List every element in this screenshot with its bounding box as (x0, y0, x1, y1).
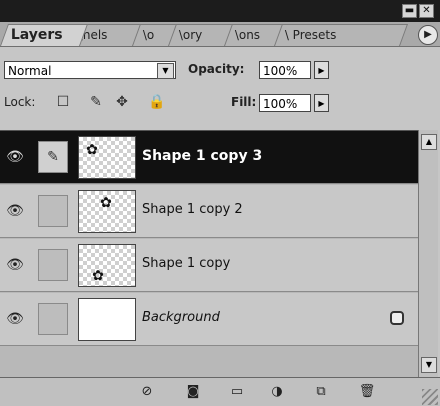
layer-row-shape-1-copy-3[interactable]: 👁 ✎ ✿ Shape 1 copy 3 (0, 131, 418, 184)
new-group-icon[interactable]: ▭ (228, 384, 246, 400)
shape-gear-icon: ✿ (92, 268, 104, 284)
link-brush-cell[interactable] (38, 195, 68, 227)
layer-mask-icon[interactable]: ◙ (184, 384, 202, 400)
shape-gear-icon: ✿ (100, 195, 112, 211)
layer-row-shape-1-copy-2[interactable]: 👁 ✿ Shape 1 copy 2 (0, 185, 418, 238)
layer-list: 👁 ✎ ✿ Shape 1 copy 3 👁 ✿ Shape 1 copy 2 … (0, 130, 418, 378)
opacity-label: Opacity: (188, 62, 245, 76)
layer-thumbnail: ✿ (78, 244, 136, 287)
opacity-input[interactable]: 100% (259, 61, 311, 79)
fill-label: Fill: (231, 95, 257, 109)
visibility-eye-icon[interactable]: 👁 (6, 148, 24, 166)
layer-row-shape-1-copy[interactable]: 👁 ✿ Shape 1 copy (0, 239, 418, 292)
layer-name[interactable]: Background (142, 310, 220, 325)
tab-tool-presets[interactable]: \ Presets (273, 24, 409, 46)
fill-input[interactable]: 100% (259, 94, 311, 112)
layer-style-icon[interactable]: ⊘ (138, 384, 156, 400)
panel-menu-button[interactable]: ▶ (418, 25, 438, 45)
visibility-eye-icon[interactable]: 👁 (6, 310, 24, 328)
new-layer-icon[interactable]: ⧉ (312, 384, 330, 400)
layer-list-scrollbar[interactable]: ▲ ▼ (418, 130, 438, 377)
blend-mode-select[interactable]: Normal ▼ (4, 61, 176, 79)
layer-thumbnail: ✿ (78, 190, 136, 233)
trash-icon[interactable]: 🗑 (358, 384, 376, 400)
lock-transparency-icon[interactable]: ☐ (55, 94, 71, 110)
opacity-slider-button[interactable]: ▶ (314, 61, 329, 79)
brush-icon: ✎ (47, 149, 59, 165)
lock-brush-icon[interactable]: ✎ (88, 94, 104, 110)
layer-thumbnail: ✿ (78, 136, 136, 179)
layer-lock-icon (390, 311, 404, 325)
layer-thumbnail (78, 298, 136, 341)
collapse-button[interactable]: ▬ (402, 4, 417, 18)
panel-title-bar[interactable]: ▬ ✕ (0, 0, 440, 22)
scroll-up-icon[interactable]: ▲ (421, 134, 437, 150)
adjustment-layer-icon[interactable]: ◑ (268, 384, 286, 400)
close-button[interactable]: ✕ (419, 4, 434, 18)
layer-name[interactable]: Shape 1 copy (142, 256, 230, 271)
fill-slider-button[interactable]: ▶ (314, 94, 329, 112)
lock-label: Lock: (4, 95, 36, 109)
blend-mode-value: Normal (8, 64, 52, 78)
tab-layers[interactable]: Layers (0, 24, 89, 46)
resize-grip-icon[interactable] (422, 389, 438, 405)
visibility-eye-icon[interactable]: 👁 (6, 256, 24, 274)
lock-all-icon[interactable]: 🔒 (148, 94, 165, 110)
lock-move-icon[interactable]: ✥ (114, 94, 130, 110)
shape-gear-icon: ✿ (86, 142, 98, 158)
layers-toolbar: ⊘ ◙ ▭ ◑ ⧉ 🗑 (0, 377, 440, 406)
layer-row-background[interactable]: 👁 Background (0, 293, 418, 346)
link-brush-cell[interactable]: ✎ (38, 141, 68, 173)
scroll-down-icon[interactable]: ▼ (421, 357, 437, 373)
layer-name[interactable]: Shape 1 copy 2 (142, 202, 243, 217)
chevron-down-icon[interactable]: ▼ (157, 63, 174, 79)
panel-tab-bar: Layers \nels \o \ory \ons \ Presets ▶ (0, 22, 440, 47)
link-brush-cell[interactable] (38, 249, 68, 281)
visibility-eye-icon[interactable]: 👁 (6, 202, 24, 220)
layer-name[interactable]: Shape 1 copy 3 (142, 148, 262, 164)
layers-panel: ▬ ✕ Layers \nels \o \ory \ons \ Presets … (0, 0, 440, 406)
link-brush-cell[interactable] (38, 303, 68, 335)
